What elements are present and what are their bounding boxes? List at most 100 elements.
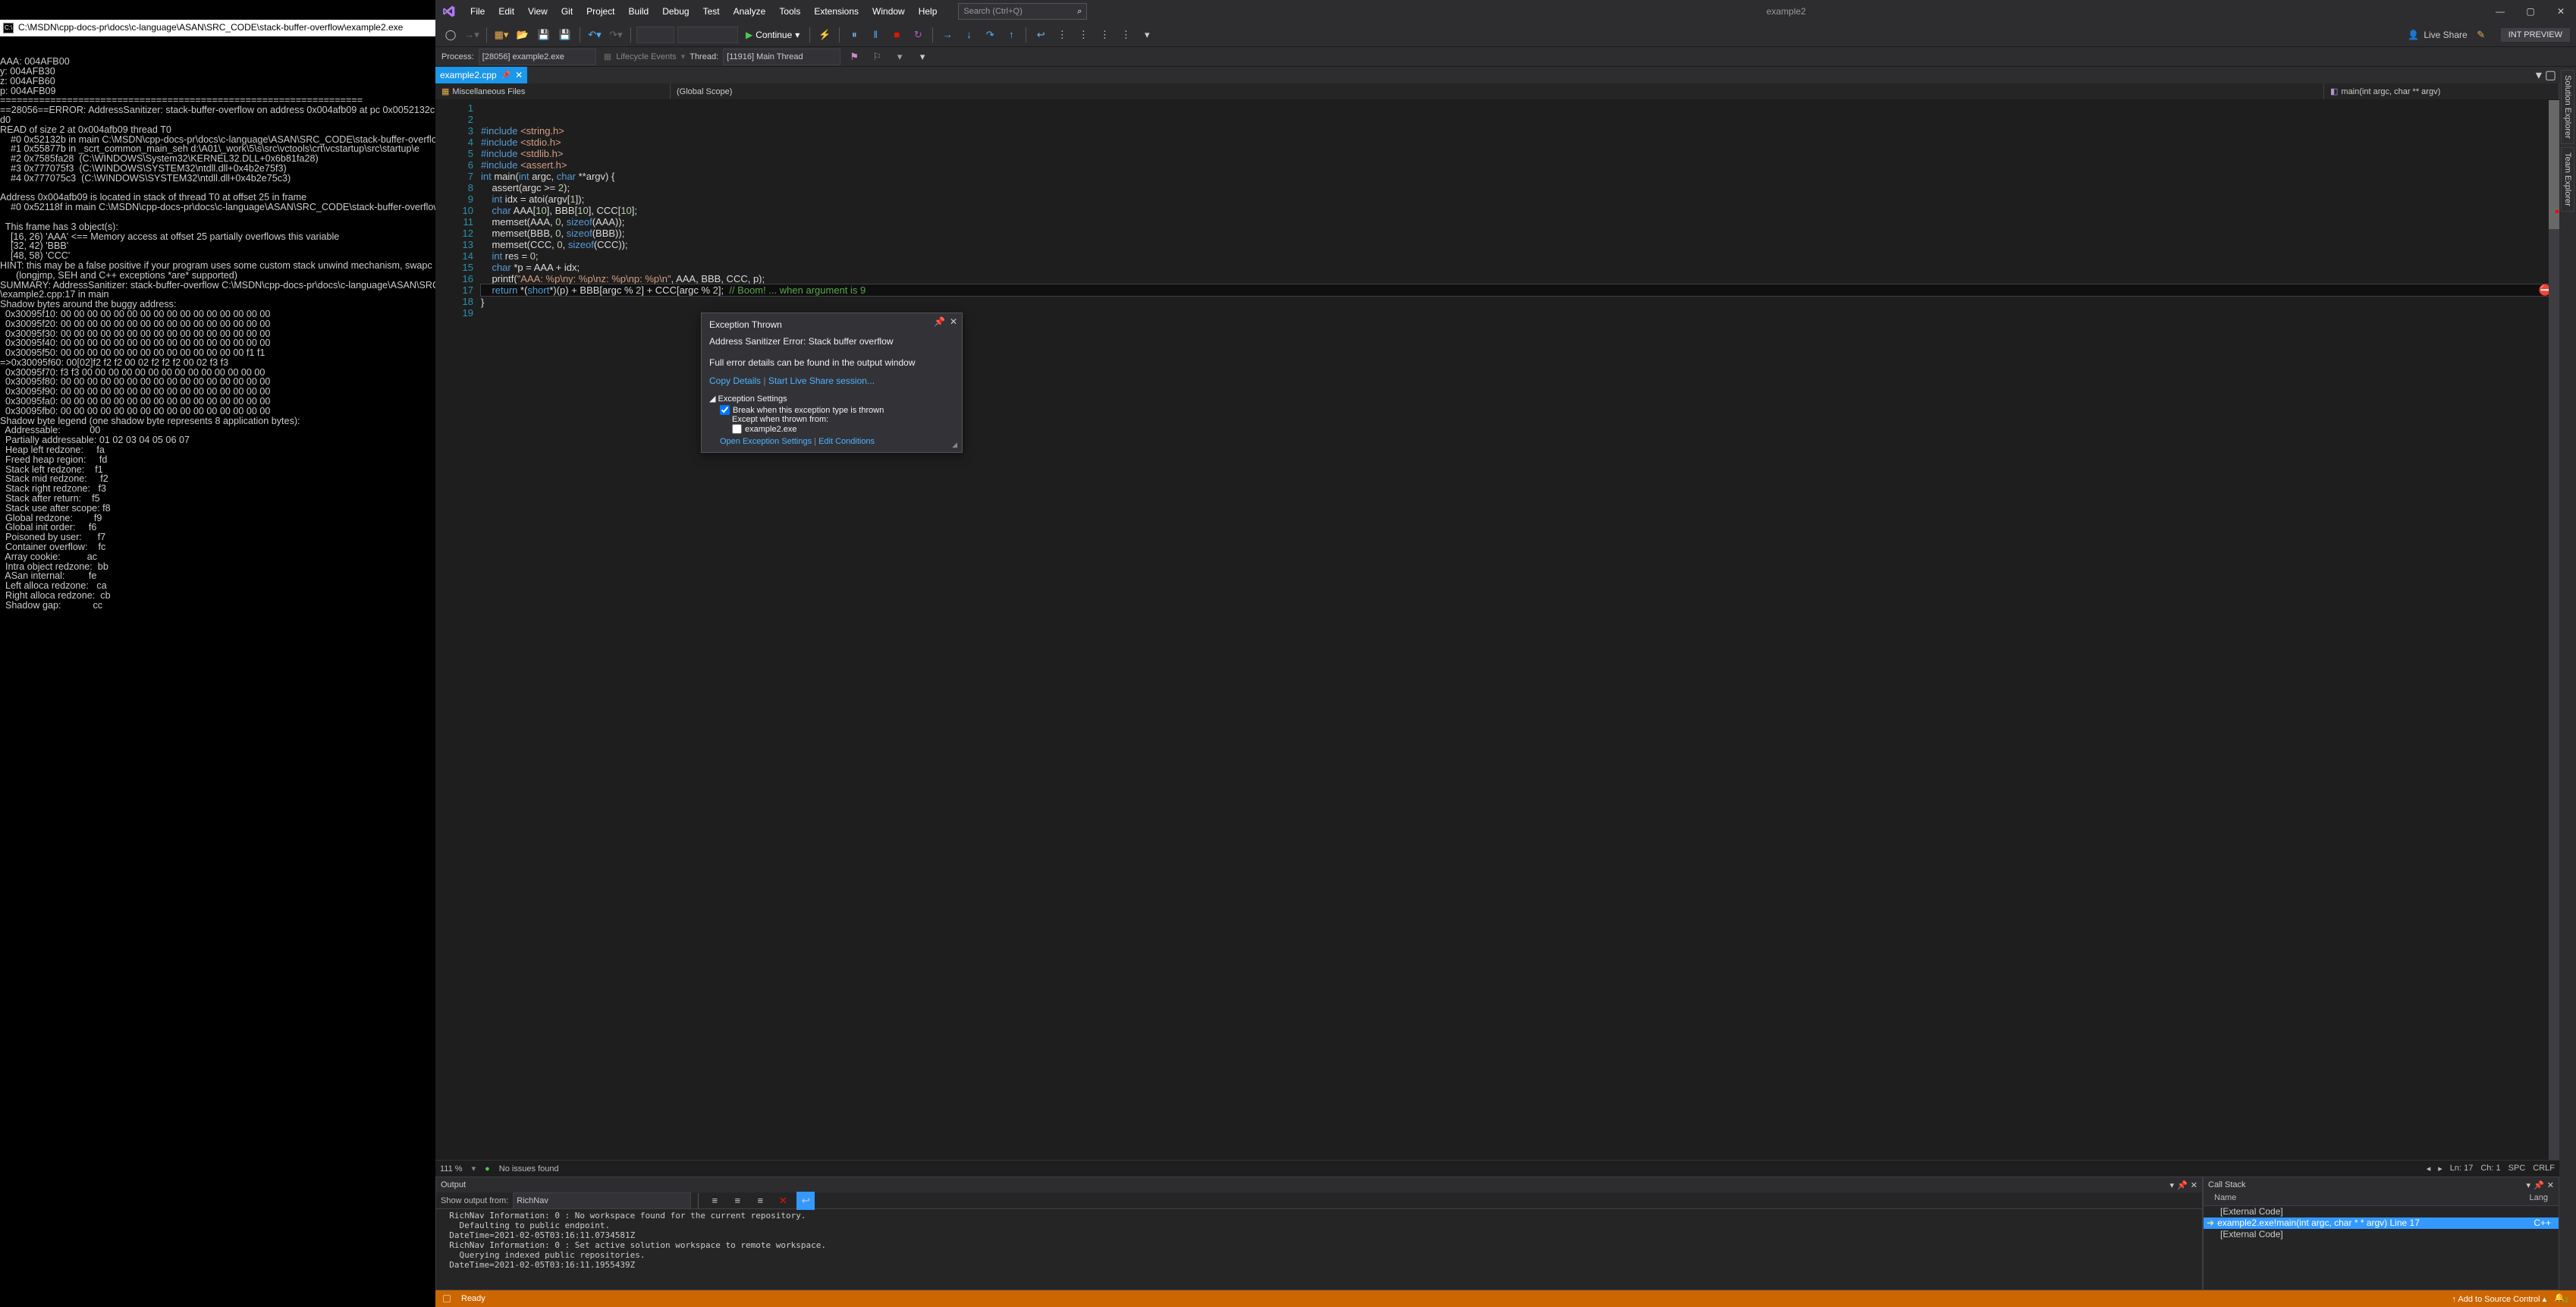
menu-project[interactable]: Project bbox=[580, 3, 620, 20]
code-line-14[interactable]: char *p = AAA + idx; bbox=[481, 262, 2559, 273]
undo-icon[interactable]: ↶▾ bbox=[586, 26, 604, 44]
pin-icon[interactable]: 📌 bbox=[501, 71, 510, 80]
panel-close-icon[interactable]: ✕ bbox=[2547, 1180, 2554, 1190]
code-line-4[interactable]: #include <assert.h> bbox=[481, 159, 2559, 171]
config-combo[interactable] bbox=[636, 27, 674, 43]
new-item-icon[interactable]: ▦▾ bbox=[492, 26, 510, 44]
resize-grip-icon[interactable]: ◢ bbox=[952, 441, 957, 449]
code-line-18[interactable]: } bbox=[481, 297, 2559, 308]
break-on-throw-checkbox[interactable] bbox=[720, 405, 730, 415]
except-exe-checkbox[interactable] bbox=[732, 424, 742, 434]
tab-close-icon[interactable]: ✕ bbox=[515, 70, 523, 80]
liveshare-icon[interactable]: 👤 bbox=[2408, 30, 2419, 40]
close-button[interactable]: ✕ bbox=[2546, 0, 2576, 23]
col-indicator[interactable]: Ch: 1 bbox=[2480, 1164, 2500, 1173]
panel-dropdown-icon[interactable]: ▾ bbox=[2170, 1180, 2175, 1190]
output-source-combo[interactable]: RichNav bbox=[513, 1192, 691, 1209]
output-next-icon[interactable]: ≡ bbox=[751, 1192, 769, 1210]
nav-project[interactable]: ▦Miscellaneous Files bbox=[435, 83, 671, 99]
break-all-icon[interactable]: ⏸ bbox=[845, 26, 863, 44]
toolbar-overflow-icon[interactable]: ▾ bbox=[1138, 26, 1156, 44]
code-line-7[interactable]: assert(argc >= 2); bbox=[481, 182, 2559, 193]
exception-settings-disclosure[interactable]: ◢ Exception Settings bbox=[709, 394, 787, 404]
menu-help[interactable]: Help bbox=[913, 3, 944, 20]
menu-git[interactable]: Git bbox=[555, 3, 579, 20]
panel-dropdown-icon[interactable]: ▾ bbox=[2527, 1180, 2531, 1190]
stop-icon[interactable]: ■ bbox=[887, 26, 906, 44]
start-liveshare-link[interactable]: Start Live Share session... bbox=[768, 375, 875, 386]
code-line-11[interactable]: memset(BBB, 0, sizeof(BBB)); bbox=[481, 228, 2559, 239]
crlf-indicator[interactable]: CRLF bbox=[2533, 1164, 2555, 1173]
lifecycle-icon[interactable]: ▦ bbox=[604, 52, 611, 61]
callstack-col-lang[interactable]: Lang bbox=[2530, 1193, 2548, 1205]
callstack-row[interactable]: [External Code] bbox=[2204, 1229, 2559, 1240]
copy-details-link[interactable]: Copy Details bbox=[709, 375, 761, 386]
menu-test[interactable]: Test bbox=[697, 3, 726, 20]
panel-pin-icon[interactable]: 📌 bbox=[2534, 1180, 2544, 1190]
issues-label[interactable]: No issues found bbox=[499, 1164, 559, 1173]
nav-back-icon[interactable]: ◯ bbox=[441, 26, 460, 44]
panel-close-icon[interactable]: ✕ bbox=[2191, 1180, 2197, 1190]
hotreload-icon[interactable]: ⚡ bbox=[815, 26, 834, 44]
popup-pin-icon[interactable]: 📌 bbox=[934, 316, 945, 327]
code-editor[interactable]: 12345678910111213141516171819 #include <… bbox=[435, 100, 2559, 1160]
pause-icon[interactable]: ‖ bbox=[866, 26, 884, 44]
nav-fwd-icon[interactable]: →▾ bbox=[463, 26, 481, 44]
code-line-15[interactable]: printf("AAA: %p\ny: %p\nz: %p\np: %p\n",… bbox=[481, 273, 2559, 284]
menu-analyze[interactable]: Analyze bbox=[727, 3, 772, 20]
output-clear-icon[interactable]: ✕ bbox=[774, 1192, 792, 1210]
callstack-row[interactable]: [External Code] bbox=[2204, 1206, 2559, 1217]
maximize-button[interactable]: ▢ bbox=[2515, 0, 2546, 23]
callstack-col-name[interactable]: Name bbox=[2214, 1193, 2236, 1205]
code-line-13[interactable]: int res = 0; bbox=[481, 250, 2559, 262]
step-back-icon[interactable]: ↩ bbox=[1032, 26, 1050, 44]
rail-solution-explorer[interactable]: Solution Explorer bbox=[2561, 70, 2574, 144]
toolbar-overflow-icon[interactable]: ▾ bbox=[913, 48, 931, 66]
tab-overflow-icon[interactable]: ▾ bbox=[2536, 68, 2542, 83]
save-all-icon[interactable]: 💾 bbox=[556, 26, 574, 44]
output-prev-icon[interactable]: ≡ bbox=[728, 1192, 746, 1210]
nav-function[interactable]: ◧main(int argc, char ** argv) bbox=[2324, 83, 2559, 99]
code-line-17[interactable]: return *(short*)(p) + BBB[argc % 2] + CC… bbox=[480, 284, 2559, 297]
search-box[interactable]: Search (Ctrl+Q) ⌕ bbox=[958, 3, 1087, 20]
open-icon[interactable]: 📂 bbox=[514, 26, 532, 44]
menu-debug[interactable]: Debug bbox=[656, 3, 695, 20]
menu-window[interactable]: Window bbox=[866, 3, 911, 20]
feedback-icon[interactable]: ✎ bbox=[2472, 26, 2490, 44]
menu-extensions[interactable]: Extensions bbox=[808, 3, 865, 20]
spc-indicator[interactable]: SPC bbox=[2508, 1164, 2526, 1173]
nav-scope[interactable]: (Global Scope) bbox=[671, 83, 2324, 99]
menu-build[interactable]: Build bbox=[623, 3, 655, 20]
output-find-icon[interactable]: ≡ bbox=[705, 1192, 724, 1210]
code-line-9[interactable]: char AAA[10], BBB[10], CCC[10]; bbox=[481, 205, 2559, 216]
show-next-icon[interactable]: → bbox=[938, 26, 957, 44]
misc-icon-4[interactable]: ⋮ bbox=[1117, 26, 1135, 44]
liveshare-label[interactable]: Live Share bbox=[2424, 30, 2467, 40]
misc-icon-3[interactable]: ⋮ bbox=[1095, 26, 1114, 44]
thread-combo[interactable]: [11916] Main Thread bbox=[723, 49, 840, 65]
code-line-10[interactable]: memset(AAA, 0, sizeof(AAA)); bbox=[481, 216, 2559, 228]
code-line-8[interactable]: int idx = atoi(argv[1]); bbox=[481, 193, 2559, 205]
save-icon[interactable]: 💾 bbox=[535, 26, 553, 44]
callstack-row[interactable]: ➜example2.exe!main(int argc, char * * ar… bbox=[2204, 1217, 2559, 1229]
step-over-icon[interactable]: ↷ bbox=[981, 26, 999, 44]
code-line-3[interactable]: #include <stdlib.h> bbox=[481, 148, 2559, 159]
misc-icon-2[interactable]: ⋮ bbox=[1074, 26, 1092, 44]
tab-example2[interactable]: example2.cpp 📌 ✕ bbox=[435, 67, 527, 83]
open-exception-settings-link[interactable]: Open Exception Settings bbox=[720, 437, 812, 446]
code-body[interactable]: #include <string.h>#include <stdio.h>#in… bbox=[481, 100, 2559, 1160]
menu-tools[interactable]: Tools bbox=[773, 3, 806, 20]
zoom-level[interactable]: 111 % bbox=[440, 1164, 463, 1173]
code-line-1[interactable]: #include <string.h> bbox=[481, 125, 2559, 137]
menu-edit[interactable]: Edit bbox=[492, 3, 520, 20]
code-line-12[interactable]: memset(CCC, 0, sizeof(CCC)); bbox=[481, 239, 2559, 250]
restart-icon[interactable]: ↻ bbox=[909, 26, 927, 44]
panel-pin-icon[interactable]: 📌 bbox=[2177, 1180, 2188, 1190]
lifecycle-label[interactable]: Lifecycle Events bbox=[616, 52, 676, 61]
misc-icon[interactable]: ⋮ bbox=[1053, 26, 1071, 44]
step-into-icon[interactable]: ↓ bbox=[960, 26, 978, 44]
platform-combo[interactable] bbox=[677, 27, 738, 43]
output-wordwrap-icon[interactable]: ↩ bbox=[796, 1192, 815, 1210]
menu-file[interactable]: File bbox=[464, 3, 491, 20]
callstack-body[interactable]: [External Code]➜example2.exe!main(int ar… bbox=[2204, 1206, 2559, 1290]
